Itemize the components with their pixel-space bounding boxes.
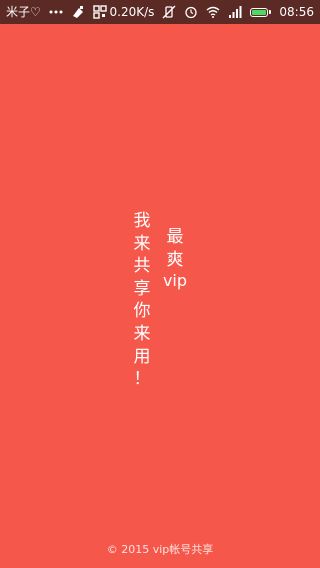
slogan-main-char: 来 (133, 323, 151, 344)
slogan-side-latin: vip (162, 271, 188, 291)
slogan-main-char: 来 (133, 233, 151, 254)
slogan-main-column: 我来共享你来用！ (131, 210, 153, 391)
slogan-side-char: 爽 (166, 249, 184, 270)
slogan-main-char: ！ (133, 369, 151, 390)
slogan-main-char: 享 (133, 278, 151, 299)
copyright-footer: © 2015 vip帐号共享 (106, 543, 214, 556)
slogan: 我来共享你来用！ 最 爽 vip (0, 0, 320, 568)
splash-screen: 米子♡ 0.20K/s 08:56 我 来 共 享 你 来 用 ！ 最 爽 vi… (0, 0, 320, 568)
slogan-main-char: 共 (133, 256, 151, 277)
slogan-side-column: 最 爽 vip (161, 226, 189, 291)
slogan-main-char: 用 (133, 346, 151, 367)
slogan-main-char: 你 (133, 301, 151, 322)
slogan-side-char: 最 (166, 227, 184, 247)
slogan-main-char: 我 (133, 211, 151, 231)
